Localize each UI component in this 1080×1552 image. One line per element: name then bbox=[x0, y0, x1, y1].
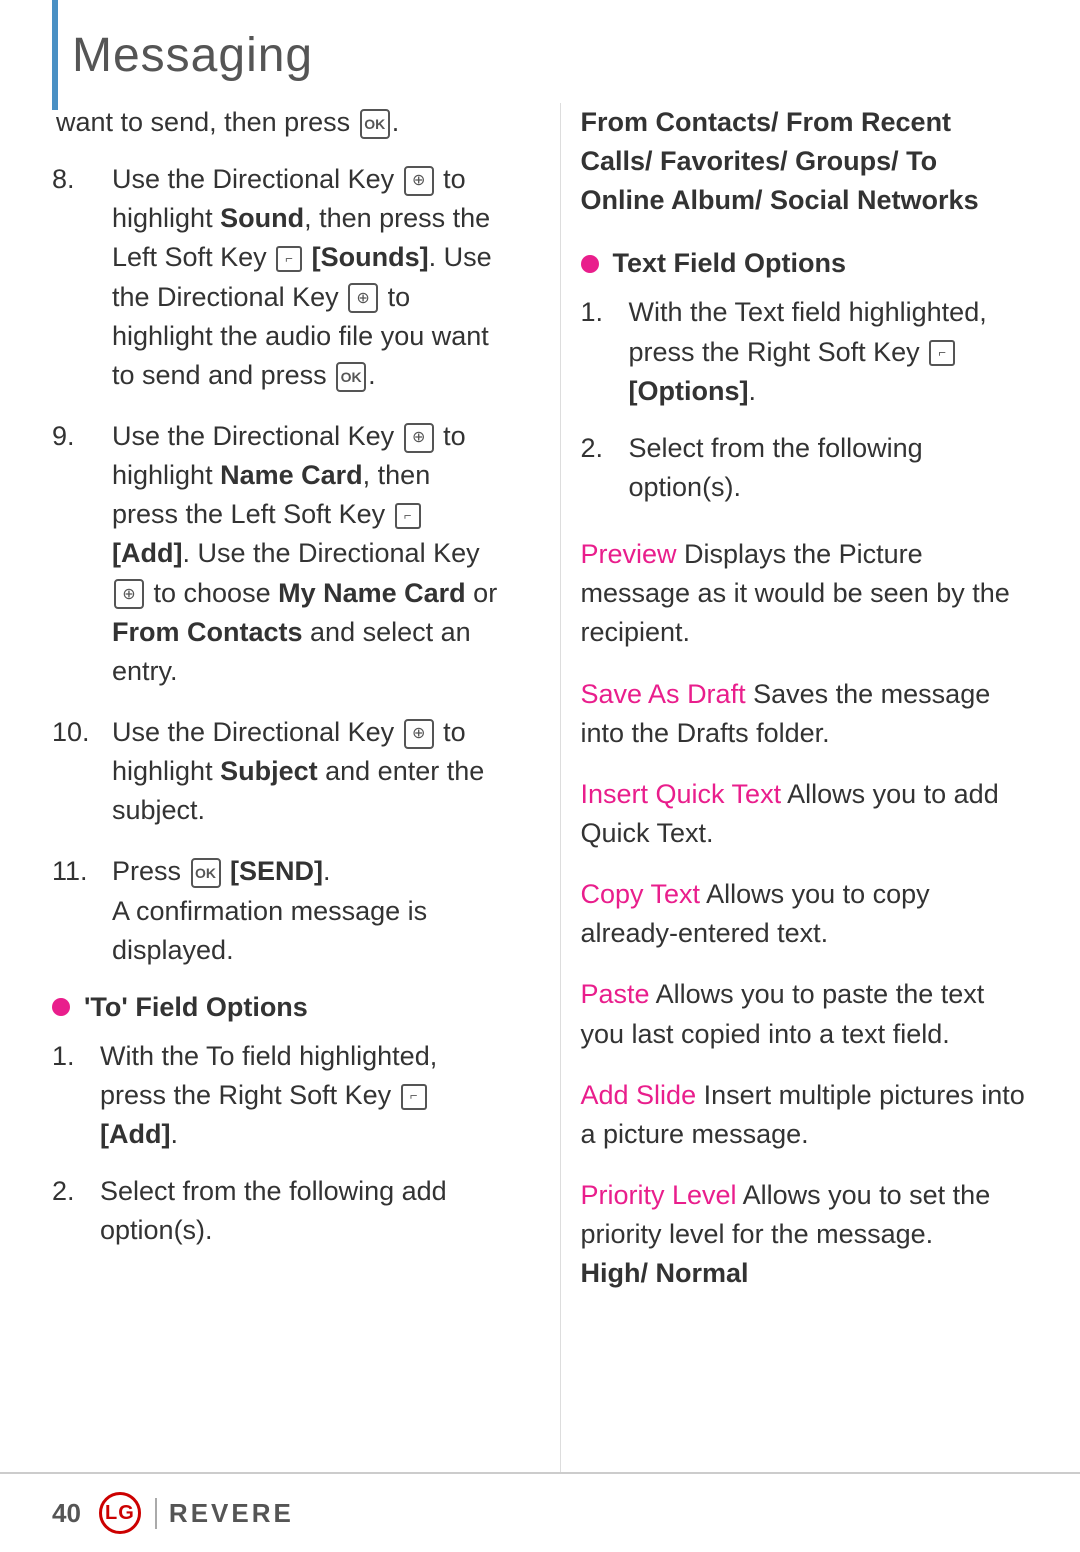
sub-item: 2. Select from the following add option(… bbox=[52, 1172, 500, 1250]
lg-logo-text: LG bbox=[105, 1502, 135, 1525]
list-item: 10. Use the Directional Key ⊕ to highlig… bbox=[52, 713, 500, 830]
option-preview: Preview Displays the Picture message as … bbox=[581, 535, 1029, 652]
sub-content: Select from the following option(s). bbox=[629, 429, 1029, 507]
list-item: 9. Use the Directional Key ⊕ to highligh… bbox=[52, 417, 500, 691]
option-label: Copy Text bbox=[581, 879, 701, 909]
item-number: 8. bbox=[52, 160, 112, 199]
option-label: Insert Quick Text bbox=[581, 779, 782, 809]
numbered-list: 8. Use the Directional Key ⊕ to highligh… bbox=[52, 160, 500, 970]
item-number: 11. bbox=[52, 852, 112, 891]
sub-content: With the Text field highlighted, press t… bbox=[629, 293, 1029, 410]
bullet-dot-text bbox=[581, 255, 599, 273]
text-field-options-label: Text Field Options bbox=[613, 248, 847, 279]
item-number: 9. bbox=[52, 417, 112, 456]
option-label: Preview bbox=[581, 539, 677, 569]
to-field-options-label: 'To' Field Options bbox=[84, 992, 308, 1023]
bullet-dot bbox=[52, 998, 70, 1016]
to-field-options-header: 'To' Field Options bbox=[52, 992, 500, 1023]
option-paste: Paste Allows you to paste the text you l… bbox=[581, 975, 1029, 1053]
item-content: Press OK [SEND]. A confirmation message … bbox=[112, 852, 500, 969]
accent-bar bbox=[52, 0, 58, 110]
option-label: Save As Draft bbox=[581, 679, 746, 709]
text-field-options-section: Text Field Options 1. With the Text fiel… bbox=[581, 248, 1029, 507]
item-content: Use the Directional Key ⊕ to highlight S… bbox=[112, 160, 500, 395]
sub-num: 1. bbox=[52, 1037, 100, 1076]
from-contacts-header: From Contacts/ From Recent Calls/ Favori… bbox=[581, 103, 1029, 220]
intro-text: want to send, then press OK. bbox=[52, 103, 500, 142]
option-label: Paste bbox=[581, 979, 650, 1009]
to-field-options-section: 'To' Field Options 1. With the To field … bbox=[52, 992, 500, 1251]
left-column: want to send, then press OK. 8. Use the … bbox=[52, 103, 520, 1472]
footer-logo: LG REVERE bbox=[99, 1492, 294, 1534]
softkey-icon-to: ⌐ bbox=[401, 1084, 427, 1110]
page-number: 40 bbox=[52, 1498, 81, 1529]
text-field-sub-list: 1. With the Text field highlighted, pres… bbox=[581, 293, 1029, 507]
intro-want-to-send: want to send, then press bbox=[56, 107, 350, 137]
option-save-as-draft: Save As Draft Saves the message into the… bbox=[581, 675, 1029, 753]
sub-item: 1. With the To field highlighted, press … bbox=[52, 1037, 500, 1154]
dir-icon-5: ⊕ bbox=[404, 719, 434, 749]
ok-icon-11: OK bbox=[191, 858, 221, 888]
softkey-icon: ⌐ bbox=[276, 246, 302, 272]
text-field-options-header: Text Field Options bbox=[581, 248, 1029, 279]
page: Messaging want to send, then press OK. 8… bbox=[0, 0, 1080, 1552]
list-item: 8. Use the Directional Key ⊕ to highligh… bbox=[52, 160, 500, 395]
item-content: Use the Directional Key ⊕ to highlight N… bbox=[112, 417, 500, 691]
page-title: Messaging bbox=[0, 0, 1080, 103]
option-label: Add Slide bbox=[581, 1080, 697, 1110]
content-area: want to send, then press OK. 8. Use the … bbox=[0, 103, 1080, 1472]
footer: 40 LG REVERE bbox=[0, 1472, 1080, 1552]
option-priority-level: Priority Level Allows you to set the pri… bbox=[581, 1176, 1029, 1293]
option-add-slide: Add Slide Insert multiple pictures into … bbox=[581, 1076, 1029, 1154]
to-field-sub-list: 1. With the To field highlighted, press … bbox=[52, 1037, 500, 1251]
list-item: 11. Press OK [SEND]. A confirmation mess… bbox=[52, 852, 500, 969]
ok-icon-intro: OK bbox=[360, 109, 390, 139]
sub-content: With the To field highlighted, press the… bbox=[100, 1037, 500, 1154]
softkey-icon-2: ⌐ bbox=[395, 503, 421, 529]
sub-item: 2. Select from the following option(s). bbox=[581, 429, 1029, 507]
option-label: Priority Level bbox=[581, 1180, 737, 1210]
item-content: Use the Directional Key ⊕ to highlight S… bbox=[112, 713, 500, 830]
dir-icon-2: ⊕ bbox=[348, 283, 378, 313]
sub-num: 2. bbox=[52, 1172, 100, 1211]
dir-icon-4: ⊕ bbox=[114, 579, 144, 609]
dir-icon: ⊕ bbox=[404, 166, 434, 196]
sub-num: 2. bbox=[581, 429, 629, 468]
lg-logo-circle: LG bbox=[99, 1492, 141, 1534]
option-insert-quick-text: Insert Quick Text Allows you to add Quic… bbox=[581, 775, 1029, 853]
ok-icon-8: OK bbox=[336, 362, 366, 392]
brand-name: REVERE bbox=[155, 1498, 294, 1529]
dir-icon-3: ⊕ bbox=[404, 423, 434, 453]
sub-content: Select from the following add option(s). bbox=[100, 1172, 500, 1250]
sub-num: 1. bbox=[581, 293, 629, 332]
sub-item: 1. With the Text field highlighted, pres… bbox=[581, 293, 1029, 410]
right-column: From Contacts/ From Recent Calls/ Favori… bbox=[560, 103, 1029, 1472]
softkey-icon-text: ⌐ bbox=[929, 340, 955, 366]
option-copy-text: Copy Text Allows you to copy already-ent… bbox=[581, 875, 1029, 953]
item-number: 10. bbox=[52, 713, 112, 752]
